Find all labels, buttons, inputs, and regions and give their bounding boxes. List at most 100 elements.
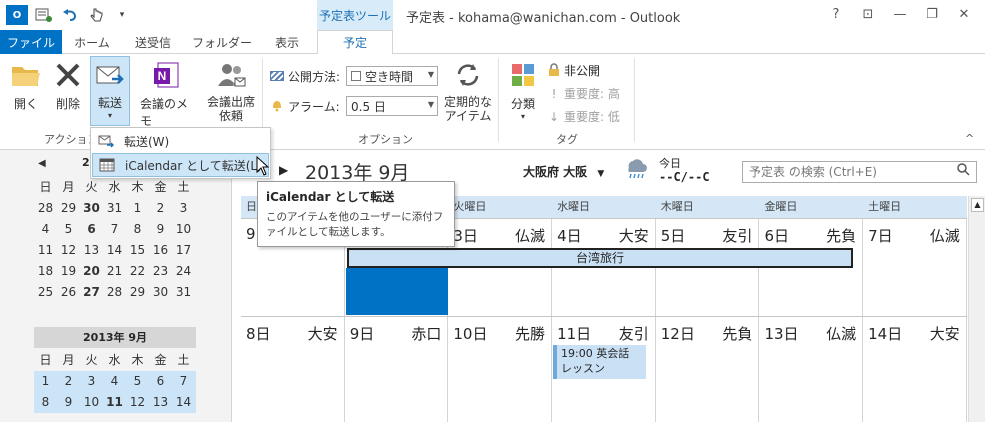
mini-calendar-day[interactable]: 11	[103, 392, 126, 413]
day-cell[interactable]: 12日 先負	[656, 317, 760, 422]
mini-calendar-day[interactable]: 25	[34, 282, 57, 303]
mini-calendar-day[interactable]: 3	[172, 198, 195, 219]
recurrence-button[interactable]: 定期的な アイテム	[442, 58, 494, 123]
minimize-button[interactable]: —	[889, 4, 911, 24]
mini-calendar-day[interactable]: 13	[149, 392, 172, 413]
mini-calendar-day[interactable]: 30	[80, 198, 103, 219]
mini-calendar-day[interactable]: 29	[57, 198, 80, 219]
mini-calendar-day[interactable]: 18	[34, 261, 57, 282]
importance-low-button[interactable]: ↓ 重要度: 低	[548, 108, 620, 125]
mini-calendar-day[interactable]: 27	[80, 282, 103, 303]
menu-item-forward[interactable]: 転送(W)	[92, 129, 269, 153]
mini-calendar-day[interactable]: 23	[149, 261, 172, 282]
mini-calendar-day[interactable]: 29	[126, 282, 149, 303]
mini-calendar-day[interactable]: 7	[172, 371, 195, 392]
meeting-reply-label: 会議出席	[206, 95, 255, 109]
collapse-ribbon-button[interactable]: ^	[965, 132, 974, 145]
menu-item-icalendar[interactable]: iCalendar として転送(L)	[92, 153, 269, 177]
day-cell[interactable]: 8日 大安	[241, 317, 345, 422]
categorize-button[interactable]: 分類 ▾	[506, 58, 540, 121]
mini-calendar-day[interactable]: 20	[80, 261, 103, 282]
mini-calendar-day[interactable]: 9	[149, 219, 172, 240]
touch-mode-icon[interactable]	[86, 5, 106, 25]
mini-calendar-day[interactable]: 24	[172, 261, 195, 282]
vertical-scrollbar[interactable]: ▲	[968, 196, 985, 422]
tab-folder[interactable]: フォルダー	[186, 30, 258, 54]
day-cell[interactable]: 10日 先勝	[448, 317, 553, 422]
forward-button[interactable]: 転送 ▾	[90, 56, 130, 126]
close-button[interactable]: ✕	[953, 4, 975, 24]
day-cell[interactable]: 13日 仏滅	[759, 317, 864, 422]
mini-calendar-day[interactable]: 16	[149, 240, 172, 261]
mini-calendar-day[interactable]: 22	[126, 261, 149, 282]
help-button[interactable]: ?	[825, 4, 847, 24]
mini-calendar-day[interactable]: 4	[103, 371, 126, 392]
delete-button[interactable]: 削除	[52, 58, 84, 112]
mini-calendar-day[interactable]: 31	[103, 198, 126, 219]
mini-calendar-day[interactable]: 15	[126, 240, 149, 261]
tab-file[interactable]: ファイル	[0, 30, 62, 54]
mini-calendar-day[interactable]: 12	[57, 240, 80, 261]
mini-calendar-day[interactable]: 5	[57, 219, 80, 240]
private-button[interactable]: 非公開	[548, 62, 600, 79]
mini-calendar-day[interactable]: 12	[126, 392, 149, 413]
appointment-english-lesson[interactable]: 19:00 英会話 レッスン	[553, 345, 646, 379]
mini-calendar-day[interactable]: 31	[172, 282, 195, 303]
mini-calendar-day[interactable]: 11	[34, 240, 57, 261]
tab-home[interactable]: ホーム	[64, 30, 120, 54]
mini-calendar-day[interactable]: 4	[34, 219, 57, 240]
mini-calendar-day[interactable]: 5	[126, 371, 149, 392]
mini-calendar-day[interactable]: 3	[80, 371, 103, 392]
mini-calendar-day[interactable]: 28	[103, 282, 126, 303]
mini-calendar-day[interactable]: 26	[57, 282, 80, 303]
ribbon-display-options-button[interactable]: ⊡	[857, 4, 879, 24]
day-cell[interactable]: 7日 仏滅	[863, 219, 967, 316]
weather-location-dropdown[interactable]: 大阪府 大阪 ▼	[523, 163, 604, 180]
tab-send-receive[interactable]: 送受信	[122, 30, 184, 54]
mini-calendar-day[interactable]: 8	[34, 392, 57, 413]
meeting-notes-button[interactable]: N 会議のメモ	[140, 58, 194, 129]
day-cell[interactable]: 14日 大安	[863, 317, 967, 422]
next-month-button[interactable]: ▶	[279, 163, 288, 177]
importance-high-button[interactable]: ! 重要度: 高	[548, 85, 620, 102]
chevron-down-icon: ▼	[427, 70, 434, 79]
mini-calendar-day[interactable]: 19	[57, 261, 80, 282]
mini-calendar-day[interactable]: 2	[149, 198, 172, 219]
mini-calendar-day[interactable]: 17	[172, 240, 195, 261]
mini-calendar-day[interactable]: 2	[57, 371, 80, 392]
mini-calendar-day[interactable]: 21	[103, 261, 126, 282]
undo-icon[interactable]	[60, 5, 80, 25]
mini-calendar-day[interactable]: 28	[34, 198, 57, 219]
mini-calendar-day[interactable]: 9	[57, 392, 80, 413]
busy-time-block[interactable]	[346, 268, 448, 315]
open-button[interactable]: 開く	[10, 58, 42, 112]
mini-calendar-day[interactable]: 14	[172, 392, 195, 413]
mini-calendar-day[interactable]: 1	[34, 371, 57, 392]
customize-qat-icon[interactable]: ▾	[112, 5, 132, 25]
mini-calendar-day[interactable]: 7	[103, 219, 126, 240]
mini-calendar-day[interactable]: 10	[80, 392, 103, 413]
send-receive-icon[interactable]	[34, 5, 54, 25]
mini-calendar-day[interactable]: 6	[149, 371, 172, 392]
mini-calendar-day[interactable]: 13	[80, 240, 103, 261]
reminder-select[interactable]: 0.5 日 ▼	[346, 96, 438, 116]
day-cell[interactable]: 9日 赤口	[345, 317, 449, 422]
restore-button[interactable]: ❐	[921, 4, 943, 24]
mini-calendar-day[interactable]: 8	[126, 219, 149, 240]
day-number: 3日	[453, 227, 478, 245]
tab-view[interactable]: 表示	[260, 30, 314, 54]
mini-calendar-day[interactable]: 6	[80, 219, 103, 240]
tooltip-title: iCalendar として転送	[266, 190, 395, 204]
rain-cloud-icon	[625, 156, 647, 180]
mini-calendar-day[interactable]: 30	[149, 282, 172, 303]
event-taiwan-trip[interactable]: 台湾旅行	[347, 248, 853, 268]
mini-calendar-day[interactable]: 1	[126, 198, 149, 219]
scroll-up-arrow-icon[interactable]: ▲	[971, 198, 984, 212]
tab-appointment[interactable]: 予定	[317, 30, 393, 55]
mini-calendar-day[interactable]: 14	[103, 240, 126, 261]
mini-calendar-prev-button[interactable]: ◀	[38, 158, 46, 169]
calendar-search-input[interactable]: 予定表 の検索 (Ctrl+E)	[742, 161, 977, 183]
show-as-select[interactable]: 空き時間 ▼	[346, 66, 438, 86]
mini-calendar-day[interactable]: 10	[172, 219, 195, 240]
meeting-reply-button[interactable]: 会議出席 依頼	[204, 58, 258, 123]
